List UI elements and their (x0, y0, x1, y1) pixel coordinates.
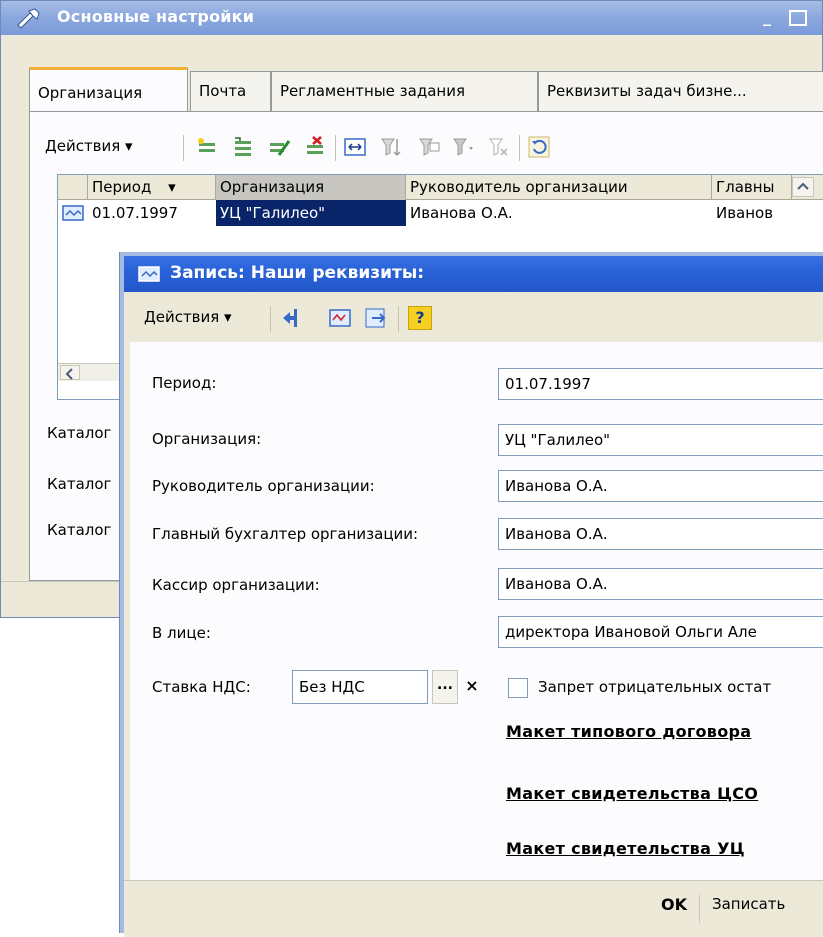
tab-organization[interactable]: Организация (29, 67, 188, 111)
vat-clear-button[interactable]: × (460, 670, 484, 704)
vat-select-button[interactable]: ... (432, 670, 458, 704)
help-icon: ? (415, 308, 425, 327)
chevron-up-icon (797, 182, 809, 190)
uc-certificate-template-link[interactable]: Макет свидетельства УЦ (506, 839, 745, 858)
organization-field[interactable]: УЦ "Галилео" (498, 424, 823, 456)
main-window-title: Основные настройки (57, 7, 255, 26)
sort-desc-icon: ▾ (168, 178, 176, 196)
filter-history-icon[interactable] (451, 135, 475, 159)
record-icon (138, 266, 160, 282)
ok-button[interactable]: OK (620, 895, 700, 923)
label-in-person: В лице: (152, 624, 211, 642)
katalog-label-1: Каталог (47, 424, 112, 442)
column-header-organization[interactable]: Организация (216, 175, 406, 200)
copy-row-icon[interactable] (231, 135, 255, 159)
grid-header: Период ▾ Организация Руководитель органи… (58, 175, 823, 200)
negative-stock-label[interactable]: Запрет отрицательных остат (538, 678, 771, 696)
dialog-titlebar[interactable]: Запись: Наши реквизиты: (124, 256, 823, 292)
settings-wrench-icon (17, 8, 40, 29)
clear-filter-icon[interactable] (487, 135, 511, 159)
contract-template-link[interactable]: Макет типового договора (506, 722, 751, 741)
table-row[interactable]: 01.07.1997 УЦ "Галилео" Иванова О.А. Ива… (58, 200, 823, 226)
dialog-actions-menu-button[interactable]: Действия ▾ (144, 308, 232, 326)
column-header-period-label: Период (92, 178, 152, 196)
toolbar-separator (183, 135, 184, 161)
label-period: Период: (152, 374, 217, 392)
tab-strip: Организация Почта Регламентные задания Р… (29, 67, 823, 111)
vat-rate-field[interactable]: Без НДС (292, 670, 428, 704)
tab-mail[interactable]: Почта (190, 71, 271, 111)
dialog-title: Запись: Наши реквизиты: (170, 263, 425, 283)
cell-period[interactable]: 01.07.1997 (88, 200, 216, 226)
period-field[interactable]: 01.07.1997 (498, 368, 823, 400)
toolbar-separator (519, 135, 520, 161)
move-record-icon[interactable] (364, 306, 388, 330)
negative-stock-checkbox[interactable] (508, 678, 528, 698)
column-header-period[interactable]: Период ▾ (88, 175, 216, 200)
main-titlebar[interactable]: Основные настройки _ (1, 1, 822, 35)
katalog-label-3: Каталог (47, 521, 112, 539)
in-person-field[interactable]: директора Ивановой Ольги Але (498, 616, 823, 648)
dialog-toolbar: Действия ▾ ? (124, 300, 823, 336)
label-head: Руководитель организации: (152, 477, 375, 495)
label-organization: Организация: (152, 430, 262, 448)
label-chief-accountant: Главный бухгалтер организации: (152, 525, 419, 543)
tab-business-task-requisites[interactable]: Реквизиты задач бизне... (538, 71, 823, 111)
record-dialog: Запись: Наши реквизиты: Действия ▾ ? Пер… (120, 252, 823, 937)
save-button[interactable]: Записать (712, 895, 785, 913)
actions-menu-button[interactable]: Действия ▾ (45, 137, 133, 155)
minimize-button[interactable]: _ (757, 7, 777, 29)
refresh-icon[interactable] (527, 135, 551, 159)
dialog-form: Период: 01.07.1997 Организация: УЦ "Гали… (130, 342, 823, 880)
period-range-icon[interactable] (343, 135, 367, 159)
toolbar-separator (270, 306, 271, 332)
label-vat-rate: Ставка НДС: (152, 678, 251, 696)
delete-row-icon[interactable] (303, 135, 327, 159)
column-header-head[interactable]: Руководитель организации (406, 175, 712, 200)
scroll-up-button[interactable] (792, 177, 814, 197)
toolbar-separator (398, 306, 399, 332)
grid-header-marker (58, 175, 88, 200)
tab-scheduled-tasks[interactable]: Регламентные задания (271, 71, 538, 111)
add-row-icon[interactable] (195, 135, 219, 159)
head-field[interactable]: Иванова О.А. (498, 470, 823, 502)
maximize-button[interactable] (789, 10, 807, 26)
dialog-footer: OK Записать (124, 880, 823, 937)
record-icon (62, 205, 84, 221)
cell-head[interactable]: Иванова О.А. (406, 200, 712, 226)
back-arrow-icon[interactable] (280, 306, 304, 330)
label-cashier: Кассир организации: (152, 576, 320, 594)
chevron-left-icon (65, 368, 73, 380)
cell-chief[interactable]: Иванов (712, 200, 792, 226)
katalog-label-2: Каталог (47, 475, 112, 493)
column-header-chief[interactable]: Главны (712, 175, 792, 200)
main-toolbar: Действия ▾ (41, 131, 823, 165)
cso-certificate-template-link[interactable]: Макет свидетельства ЦСО (506, 784, 758, 803)
record-history-icon[interactable] (328, 306, 352, 330)
filter-list-icon[interactable] (379, 135, 403, 159)
filter-value-icon[interactable] (417, 135, 441, 159)
toolbar-separator (335, 135, 336, 161)
help-button[interactable]: ? (408, 306, 432, 330)
chief-accountant-field[interactable]: Иванова О.А. (498, 518, 823, 550)
edit-row-icon[interactable] (267, 135, 291, 159)
cell-organization[interactable]: УЦ "Галилео" (216, 200, 406, 226)
scroll-left-button[interactable] (60, 365, 80, 380)
cashier-field[interactable]: Иванова О.А. (498, 568, 823, 600)
row-record-icon (62, 200, 88, 226)
